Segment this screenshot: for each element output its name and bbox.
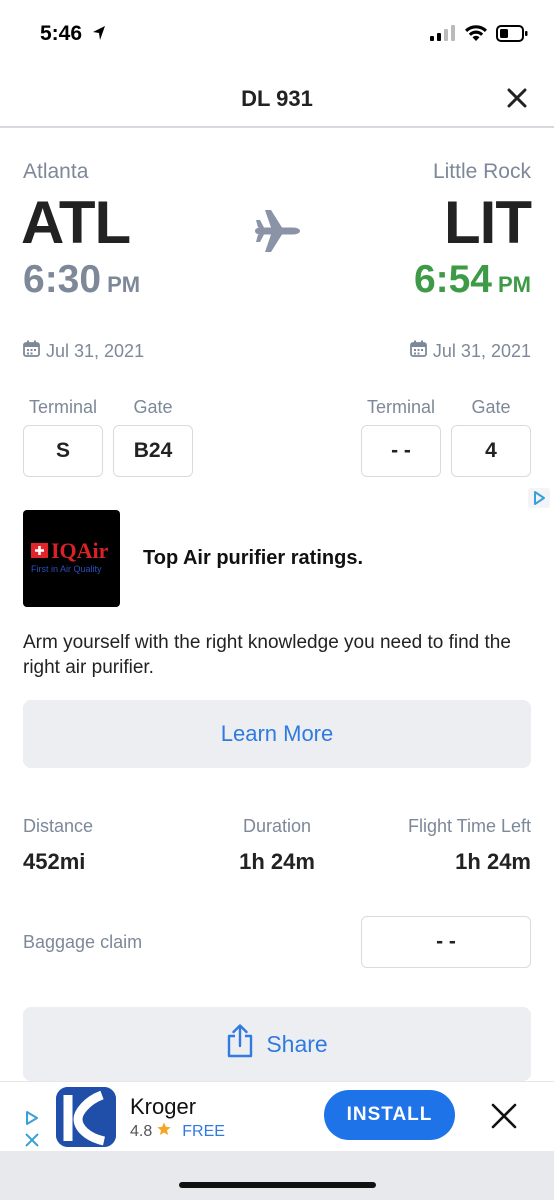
distance-value: 452mi: [23, 849, 86, 874]
arrival-time: 6:54 PM: [414, 258, 531, 302]
ad-close-icon[interactable]: [24, 1132, 40, 1153]
arrival-gate-label: Gate: [471, 397, 511, 417]
ad-logo-tagline: First in Air Quality: [31, 564, 102, 574]
duration-value: 1h 24m: [239, 849, 315, 874]
arrival-time-value: 6:54: [413, 258, 492, 301]
ad-body: Arm yourself with the right knowledge yo…: [23, 632, 511, 678]
arrival-date: Jul 31, 2021: [410, 340, 531, 362]
close-icon[interactable]: [490, 1102, 518, 1130]
install-button[interactable]: INSTALL: [324, 1090, 455, 1140]
baggage-claim-label: Baggage claim: [23, 932, 143, 952]
app-install-banner: Kroger 4.8 FREE INSTALL: [0, 1081, 554, 1151]
calendar-icon: [23, 340, 40, 362]
arrival-date-text: Jul 31, 2021: [432, 340, 531, 361]
location-arrow-icon: [92, 25, 106, 46]
departure-time-ampm: PM: [107, 272, 141, 297]
time-left-value: 1h 24m: [455, 849, 531, 874]
departure-gate-box: B24: [113, 425, 193, 477]
app-price: FREE: [182, 1122, 225, 1140]
airplane-icon: [252, 206, 302, 261]
close-icon[interactable]: [506, 87, 528, 109]
nav-bar: DL 931: [0, 70, 554, 128]
departure-code: ATL: [21, 189, 131, 256]
arrival-terminal-label: Terminal: [366, 397, 436, 417]
departure-date: Jul 31, 2021: [23, 340, 144, 362]
wifi-icon: [464, 24, 488, 47]
calendar-icon: [410, 340, 427, 362]
share-button[interactable]: Share: [23, 1007, 531, 1081]
departure-time-value: 6:30: [23, 258, 102, 301]
duration-label: Duration: [242, 816, 312, 836]
kroger-app-icon[interactable]: [56, 1087, 116, 1147]
departure-date-text: Jul 31, 2021: [46, 340, 145, 361]
share-icon: [226, 1024, 254, 1064]
ad-headline[interactable]: Top Air purifier ratings.: [143, 547, 363, 570]
adchoices-icon[interactable]: [24, 1110, 40, 1131]
page-title: DL 931: [241, 86, 313, 111]
home-indicator[interactable]: [179, 1182, 376, 1188]
time-left-label: Flight Time Left: [407, 816, 531, 836]
home-indicator-area: [0, 1151, 554, 1200]
ad-logo-text: IQAir: [51, 538, 109, 563]
departure-terminal-box: S: [23, 425, 103, 477]
arrival-city: Little Rock: [432, 160, 531, 183]
cellular-signal-icon: [430, 25, 456, 46]
arrival-gate-box: 4: [451, 425, 531, 477]
departure-terminal-label: Terminal: [28, 397, 98, 417]
departure-time: 6:30 PM: [23, 258, 140, 302]
app-name[interactable]: Kroger: [130, 1094, 196, 1120]
adchoices-icon[interactable]: [528, 488, 550, 508]
status-time: 5:46: [40, 22, 83, 45]
app-rating: 4.8 FREE: [130, 1122, 225, 1141]
status-indicators: [430, 24, 528, 47]
arrival-terminal-box: - -: [361, 425, 441, 477]
rating-value: 4.8: [130, 1122, 153, 1140]
departure-gate-label: Gate: [133, 397, 173, 417]
departure-city: Atlanta: [23, 160, 89, 183]
distance-label: Distance: [23, 816, 94, 836]
ad-logo[interactable]: IQAir First in Air Quality: [23, 510, 120, 607]
share-label: Share: [266, 1030, 328, 1057]
status-bar: 5:46: [0, 0, 554, 70]
learn-more-button[interactable]: Learn More: [23, 700, 531, 768]
arrival-code: LIT: [444, 189, 532, 256]
arrival-time-ampm: PM: [498, 272, 531, 297]
star-icon: [157, 1122, 171, 1141]
battery-icon: [496, 24, 528, 47]
baggage-claim-box: - -: [361, 916, 531, 968]
